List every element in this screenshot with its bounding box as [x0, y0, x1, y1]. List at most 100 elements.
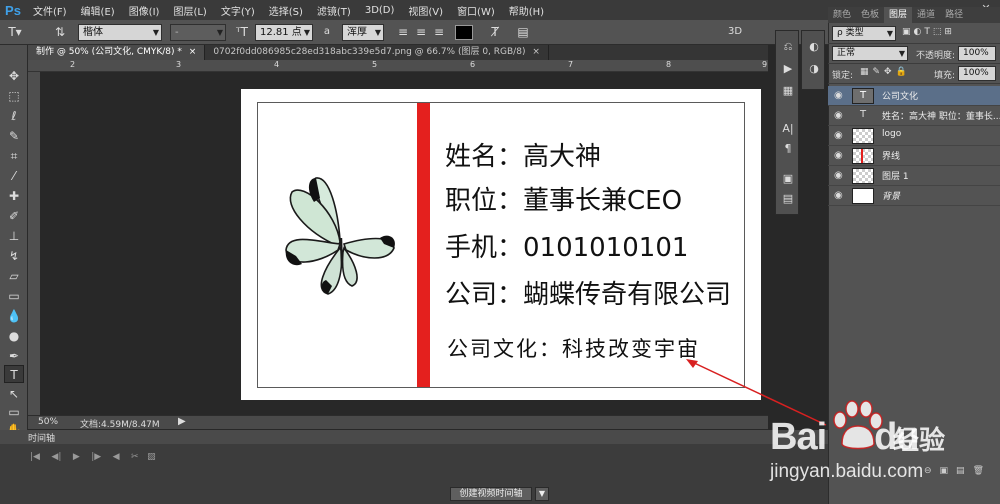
- visibility-eye-icon[interactable]: ◉: [834, 190, 843, 201]
- blend-mode-select[interactable]: 正常 ▼: [832, 46, 908, 61]
- actions-icon[interactable]: ▶: [780, 61, 796, 77]
- tab-channels[interactable]: 通道: [912, 7, 940, 23]
- lasso-tool-icon[interactable]: ℓ: [4, 107, 24, 125]
- gradient-tool-icon[interactable]: ▭: [4, 287, 24, 305]
- font-style-select[interactable]: - ▼: [170, 24, 226, 41]
- font-size-field[interactable]: 12.81 点 ▼: [255, 24, 313, 41]
- blur-tool-icon[interactable]: 💧: [4, 307, 24, 325]
- quick-select-tool-icon[interactable]: ✎: [4, 127, 24, 145]
- eyedropper-tool-icon[interactable]: ⁄: [4, 167, 24, 185]
- audio-icon[interactable]: ◀: [113, 452, 120, 462]
- tab-swatches[interactable]: 色板: [856, 7, 884, 23]
- menu-type[interactable]: 文字(Y): [214, 3, 262, 18]
- layer-kind-select[interactable]: ρ 类型 ▼: [832, 26, 896, 41]
- menu-image[interactable]: 图像(I): [122, 3, 167, 18]
- close-tab-icon[interactable]: ×: [532, 47, 540, 57]
- layer-filter-icons[interactable]: ▣◐T⬚⊞: [902, 27, 955, 37]
- play-icon[interactable]: ▶: [73, 452, 80, 462]
- align-right-icon[interactable]: ≡: [430, 22, 448, 42]
- status-menu-icon[interactable]: ▶: [178, 416, 186, 427]
- eraser-tool-icon[interactable]: ▱: [4, 267, 24, 285]
- rectangle-tool-icon[interactable]: ▭: [4, 403, 24, 421]
- healing-tool-icon[interactable]: ✚: [4, 187, 24, 205]
- visibility-eye-icon[interactable]: ◉: [834, 90, 843, 101]
- notes-icon[interactable]: ▤: [780, 191, 796, 207]
- clone-stamp-tool-icon[interactable]: ⊥: [4, 227, 24, 245]
- font-family-select[interactable]: 楷体 ▼: [78, 24, 162, 41]
- tab-paths[interactable]: 路径: [940, 7, 968, 23]
- brush-presets-icon[interactable]: ▣: [780, 171, 796, 187]
- layer-row[interactable]: ◉ 界线: [828, 146, 1000, 166]
- visibility-eye-icon[interactable]: ◉: [834, 130, 843, 141]
- next-frame-icon[interactable]: |▶: [91, 452, 101, 462]
- type-tool-preset-icon[interactable]: T▾: [4, 22, 26, 42]
- menu-layer[interactable]: 图层(L): [166, 3, 213, 18]
- card-title[interactable]: 职位：董事长兼CEO: [445, 180, 682, 217]
- tab-color[interactable]: 颜色: [828, 7, 856, 23]
- menu-help[interactable]: 帮助(H): [502, 3, 551, 18]
- menu-edit[interactable]: 编辑(E): [74, 3, 122, 18]
- card-company[interactable]: 公司：蝴蝶传奇有限公司: [445, 274, 731, 311]
- layer-row[interactable]: ◉ 背景: [828, 186, 1000, 206]
- layer-row[interactable]: ◉ 图层 1: [828, 166, 1000, 186]
- ruler-mark: 3: [176, 60, 182, 69]
- menu-3d[interactable]: 3D(D): [358, 5, 402, 16]
- brush-tool-icon[interactable]: ✐: [4, 207, 24, 225]
- antialias-select[interactable]: 浑厚 ▼: [342, 24, 384, 41]
- history-icon[interactable]: ⎌: [780, 39, 796, 55]
- dodge-tool-icon[interactable]: ●: [4, 327, 24, 345]
- doc-size[interactable]: 文档:4.59M/8.47M: [80, 417, 160, 430]
- align-center-icon[interactable]: ≡: [412, 22, 430, 42]
- close-tab-icon[interactable]: ×: [189, 47, 197, 57]
- visibility-eye-icon[interactable]: ◉: [834, 110, 843, 121]
- text-orientation-icon[interactable]: ⇅: [50, 22, 70, 42]
- warp-text-icon[interactable]: Ⱦ: [486, 22, 504, 42]
- type-tool-icon[interactable]: T: [4, 365, 24, 383]
- create-timeline-dropdown-icon[interactable]: ▼: [535, 487, 549, 501]
- first-frame-icon[interactable]: |◀: [30, 452, 40, 462]
- paragraph-icon[interactable]: ¶: [780, 141, 796, 157]
- create-video-timeline-button[interactable]: 创建视频时间轴: [450, 487, 532, 501]
- layer-row[interactable]: ◉ logo: [828, 126, 1000, 146]
- card-culture[interactable]: 公司文化：科技改变宇宙: [447, 333, 700, 363]
- menu-file[interactable]: 文件(F): [26, 3, 74, 18]
- pen-tool-icon[interactable]: ✒: [4, 347, 24, 365]
- vertical-ruler: [28, 72, 40, 415]
- transition-icon[interactable]: ▨: [147, 452, 156, 462]
- path-select-tool-icon[interactable]: ↖: [4, 385, 24, 403]
- layer-row[interactable]: ◉ T 姓名：高大神 职位：董事长...: [828, 106, 1000, 126]
- move-tool-icon[interactable]: ✥: [4, 67, 24, 85]
- menu-filter[interactable]: 滤镜(T): [310, 3, 358, 18]
- marquee-tool-icon[interactable]: ⬚: [4, 87, 24, 105]
- properties-icon[interactable]: ▦: [780, 83, 796, 99]
- 3d-mode-label[interactable]: 3D: [722, 22, 748, 42]
- tab-document-1[interactable]: 制作 @ 50% (公司文化, CMYK/8) * ×: [28, 45, 206, 60]
- menu-view[interactable]: 视图(V): [401, 3, 450, 18]
- align-left-icon[interactable]: ≡: [394, 22, 412, 42]
- menu-select[interactable]: 选择(S): [262, 3, 310, 18]
- text-layer-thumbnail-icon: T: [859, 109, 867, 120]
- adjustments-icon[interactable]: ◐: [806, 39, 822, 55]
- visibility-eye-icon[interactable]: ◉: [834, 170, 843, 181]
- tab-layers[interactable]: 图层: [884, 7, 913, 23]
- opacity-field[interactable]: 100%: [958, 46, 996, 61]
- styles-icon[interactable]: ◑: [806, 61, 822, 77]
- crop-tool-icon[interactable]: ⌗: [4, 147, 24, 165]
- tab-document-2[interactable]: 0702f0dd086985c28ed318abc339e5d7.png @ 6…: [205, 45, 549, 60]
- character-panel-icon[interactable]: ▤: [514, 22, 532, 42]
- visibility-eye-icon[interactable]: ◉: [834, 150, 843, 161]
- character-icon[interactable]: A|: [780, 121, 796, 137]
- ruler-mark: 5: [372, 60, 378, 69]
- text-color-swatch[interactable]: [455, 25, 473, 40]
- menu-window[interactable]: 窗口(W): [450, 3, 502, 18]
- scissors-icon[interactable]: ✂: [131, 452, 139, 462]
- history-brush-tool-icon[interactable]: ↯: [4, 247, 24, 265]
- layer-row[interactable]: ◉ T 公司文化: [828, 86, 1000, 106]
- card-phone[interactable]: 手机：0101010101: [445, 227, 688, 264]
- fill-field[interactable]: 100%: [958, 66, 996, 81]
- card-name[interactable]: 姓名：高大神: [445, 136, 601, 173]
- zoom-level[interactable]: 50%: [38, 417, 58, 427]
- layer-thumbnail: [852, 128, 874, 144]
- lock-icons[interactable]: ▦✎✥🔒: [860, 67, 911, 77]
- prev-frame-icon[interactable]: ◀|: [51, 452, 61, 462]
